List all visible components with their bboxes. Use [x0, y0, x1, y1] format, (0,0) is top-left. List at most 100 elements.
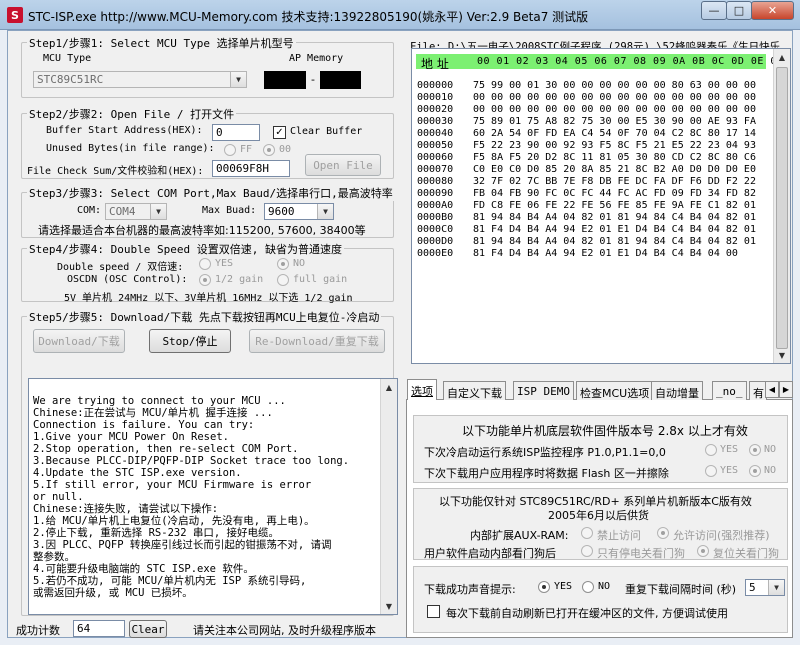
log-line: We are trying to connect to your MCU ... — [33, 395, 286, 407]
zero-radio[interactable] — [263, 144, 275, 156]
beep-yes-radio[interactable] — [538, 581, 550, 593]
log-line: 5.若仍不成功, 可能 MCU/单片机内无 ISP 系统引导码, — [33, 575, 307, 587]
log-line: 1.Give your MCU Power On Reset. — [33, 431, 229, 443]
checksum-field: 00069F8H — [212, 160, 290, 177]
log-line: 2.Stop operation, then re-select COM Por… — [33, 443, 299, 455]
hex-row-data: C0 E0 C0 D0 85 20 8A 85 21 8C B2 A0 D0 D… — [473, 164, 756, 175]
half-gain-radio[interactable] — [199, 274, 211, 286]
zero-label: 00 — [279, 144, 292, 155]
hex-row-data: FB 04 FB 90 FC 0C FC 44 FC AC FD 09 FD 3… — [473, 188, 756, 199]
step4-group: Step4/步骤4: Double Speed 设置双倍速, 缺省为普通速度 D… — [21, 241, 394, 304]
full-gain-radio[interactable] — [277, 274, 289, 286]
scroll-up-icon[interactable]: ▲ — [381, 379, 397, 395]
watchdog-reset-radio[interactable] — [697, 545, 709, 557]
log-output[interactable]: We are trying to connect to your MCU ...… — [28, 378, 398, 615]
hex-row-address: 000070 — [417, 164, 454, 175]
ap-memory-start-box — [264, 71, 306, 89]
hex-row-address: 0000E0 — [417, 248, 454, 259]
max-baud-label: Max Buad: — [202, 205, 257, 216]
double-speed-no-radio[interactable] — [277, 258, 289, 270]
auto-refresh-checkbox[interactable] — [427, 605, 440, 618]
cold-start-yes-radio[interactable] — [705, 444, 717, 456]
log-line: Connection is failure. You can try: — [33, 419, 255, 431]
cold-start-no-label: NO — [764, 444, 777, 455]
cold-start-no-radio[interactable] — [749, 444, 761, 456]
tab-options[interactable]: 选项 — [407, 379, 437, 401]
aux-ram-off-label: 禁止访问 — [597, 529, 641, 542]
repeat-interval-select[interactable]: 5 ▼ — [745, 579, 785, 596]
hex-row-address: 000080 — [417, 176, 454, 187]
buffer-start-label: Buffer Start Address(HEX): — [46, 125, 203, 136]
step3-title: Step3/步骤3: Select COM Port,Max Baud/选择串行… — [27, 185, 395, 201]
com-label: COM: — [77, 205, 102, 216]
hex-row: 0000E0 81 F4 D4 B4 A4 94 E2 01 E1 D4 B4 C… — [417, 248, 756, 260]
aux-ram-on-radio[interactable] — [657, 527, 669, 539]
flash-erase-label: 下次下载用户应用程序时将数据 Flash 区一并擦除 — [424, 467, 669, 480]
tab-isp-demo[interactable]: ISP DEMO — [513, 381, 574, 400]
max-baud-select[interactable]: 9600 ▼ — [264, 203, 334, 220]
scroll-thumb[interactable] — [776, 67, 788, 349]
unused-bytes-label: Unused Bytes(in file range): — [46, 143, 215, 154]
hex-row: 000030 75 89 01 75 A8 82 75 30 00 E5 30 9… — [417, 116, 756, 128]
hex-row-data: 81 F4 D4 B4 A4 94 E2 01 E1 D4 B4 C4 B4 0… — [473, 224, 756, 235]
beep-label: 下载成功声音提示: — [424, 583, 516, 596]
scroll-down-icon[interactable]: ▼ — [381, 598, 397, 614]
scroll-up-icon[interactable]: ▲ — [774, 49, 790, 65]
hex-buffer-view[interactable]: 地 址 00 01 02 03 04 05 06 07 08 09 0A 0B … — [411, 48, 791, 364]
stop-button[interactable]: Stop/停止 — [149, 329, 231, 353]
double-speed-yes-radio[interactable] — [199, 258, 211, 270]
step2-title: Step2/步骤2: Open File / 打开文件 — [27, 106, 237, 122]
redownload-button[interactable]: Re-Download/重复下载 — [249, 329, 385, 353]
download-button[interactable]: Download/下载 — [33, 329, 125, 353]
ap-memory-separator: - — [311, 73, 315, 86]
scroll-down-icon[interactable]: ▼ — [774, 347, 790, 363]
tab-scroll-left-icon[interactable]: ◀ — [765, 381, 779, 398]
log-line: 4.可能要升级电脑端的 STC ISP.exe 软件。 — [33, 563, 254, 575]
tab-check-mcu-options[interactable]: 检查MCU选项 — [576, 381, 654, 400]
window-title: STC-ISP.exe http://www.MCU-Memory.com 技术… — [28, 10, 589, 24]
com-port-select[interactable]: COM4 ▼ — [105, 203, 167, 220]
tab-auto-increment[interactable]: 自动增量 — [651, 381, 703, 400]
buffer-start-input[interactable]: 0 — [212, 124, 260, 141]
maximize-button[interactable]: □ — [726, 1, 752, 20]
hex-row-data: F5 22 23 90 00 92 93 F5 8C F5 21 E5 22 2… — [473, 140, 756, 151]
minimize-button[interactable]: — — [701, 1, 727, 20]
hex-row-data: 32 7F 02 7C BB 7E F8 DB FE DC FA DF F6 D… — [473, 176, 756, 187]
hex-row-data: 81 F4 D4 B4 A4 94 E2 01 E1 D4 B4 C4 B4 0… — [473, 248, 738, 259]
step2-group: Step2/步骤2: Open File / 打开文件 Buffer Start… — [21, 106, 394, 179]
checksum-label: File Check Sum/文件校验和(HEX): — [27, 166, 204, 177]
tab-no[interactable]: _no_ — [712, 381, 747, 400]
aux-ram-off-radio[interactable] — [581, 527, 593, 539]
log-lines: We are trying to connect to your MCU ...… — [33, 395, 381, 599]
double-speed-label: Double speed / 双倍速: — [57, 262, 184, 273]
watchdog-power-off-label: 只有停电关看门狗 — [597, 547, 685, 560]
hex-row-address: 0000A0 — [417, 200, 454, 211]
log-line: 3.Because PLCC-DIP/PQFP-DIP Socket trace… — [33, 455, 350, 467]
clear-count-button[interactable]: Clear — [129, 620, 167, 638]
ff-radio[interactable] — [224, 144, 236, 156]
flash-erase-yes-radio[interactable] — [705, 465, 717, 477]
log-scrollbar[interactable]: ▲ ▼ — [380, 379, 397, 614]
hex-row-data: 81 94 84 B4 A4 04 82 01 81 94 84 C4 B4 0… — [473, 212, 756, 223]
mcu-type-select[interactable]: STC89C51RC ▼ — [33, 71, 247, 88]
hex-row: 000050 F5 22 23 90 00 92 93 F5 8C F5 21 E… — [417, 140, 756, 152]
update-notice: 请关注本公司网站, 及时升级程序版本 — [193, 624, 376, 637]
hex-row-address: 000050 — [417, 140, 454, 151]
watchdog-power-off-radio[interactable] — [581, 545, 593, 557]
chevron-down-icon: ▼ — [230, 72, 246, 87]
hex-row: 000070 C0 E0 C0 D0 85 20 8A 85 21 8C B2 A… — [417, 164, 756, 176]
flash-erase-no-radio[interactable] — [749, 465, 761, 477]
log-line: Chinese:正在尝试与 MCU/单片机 握手连接 ... — [33, 407, 273, 419]
tab-scroll-right-icon[interactable]: ▶ — [779, 381, 793, 398]
tab-custom-download[interactable]: 自定义下载 — [443, 381, 506, 400]
beep-no-radio[interactable] — [582, 581, 594, 593]
gain-note: 5V 单片机 24MHz 以下、3V单片机 16MHz 以下选 1/2 gain — [64, 293, 353, 304]
hex-scrollbar[interactable]: ▲ ▼ — [773, 49, 790, 363]
open-file-button[interactable]: Open File — [305, 154, 381, 176]
hex-row: 000080 32 7F 02 7C BB 7E F8 DB FE DC FA D… — [417, 176, 756, 188]
hex-row-address: 000010 — [417, 92, 454, 103]
close-button[interactable]: ✕ — [751, 1, 794, 20]
chevron-down-icon: ▼ — [150, 204, 166, 219]
hex-row: 000000 75 99 00 01 30 00 00 00 00 00 00 8… — [417, 80, 756, 92]
clear-buffer-checkbox[interactable]: ✓ — [273, 126, 286, 139]
